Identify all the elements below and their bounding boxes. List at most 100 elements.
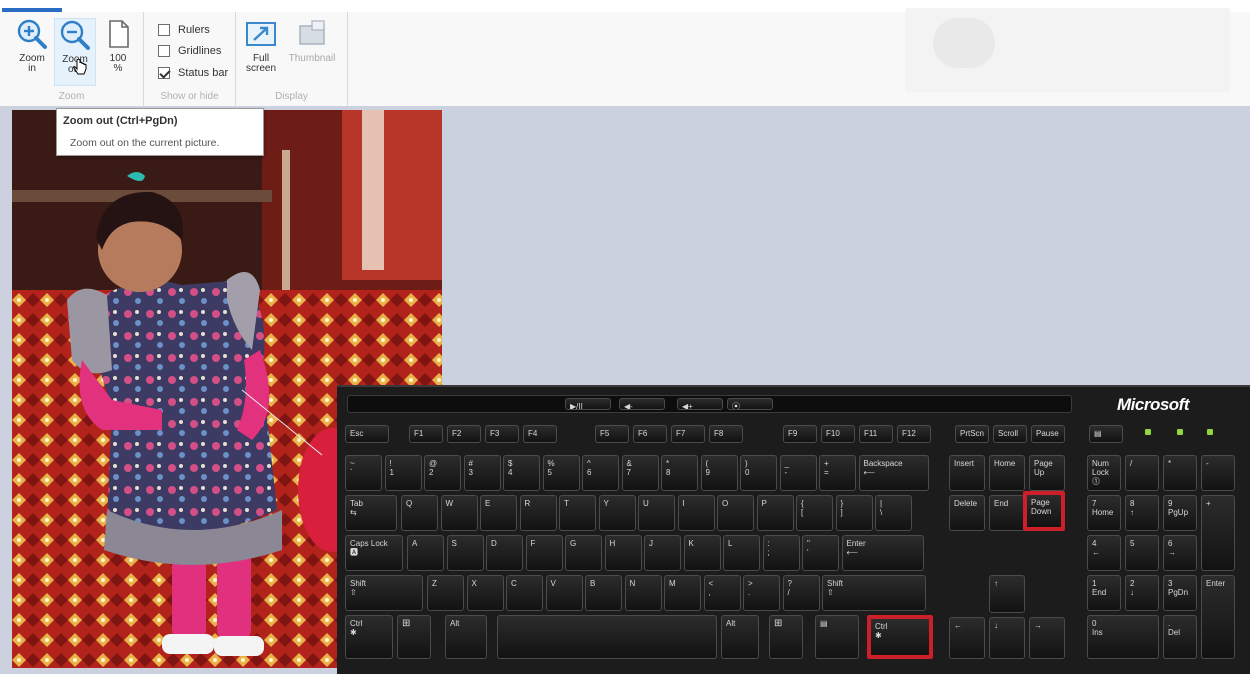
actual-size-label: 100 %	[109, 53, 127, 74]
key-f12: F12	[897, 425, 931, 443]
key-calculator: ▤	[1089, 425, 1123, 443]
key-n: N	[624, 575, 662, 611]
key-<: < ,	[703, 575, 741, 611]
key-b: B	[585, 575, 622, 611]
key-i: I	[677, 495, 715, 531]
key-page-up: Page Up	[1029, 455, 1065, 491]
zoom-group: Zoom in Zoom out 100 % Zoom	[0, 12, 144, 106]
key-g: G	[565, 535, 602, 571]
key-e: E	[480, 495, 517, 531]
numpad-multiply: *	[1163, 455, 1197, 491]
status-bar-checkbox[interactable]	[158, 67, 170, 79]
rulers-checkbox[interactable]	[158, 24, 170, 36]
key-arrow-left: ←	[949, 617, 985, 659]
numpad-num-lock: Num Lock ⓵	[1087, 455, 1121, 491]
key-f: F	[525, 535, 563, 571]
display-group: Full screen Thumbnail Display	[236, 12, 348, 106]
key-end: End	[989, 495, 1025, 531]
numpad-enter: Enter	[1201, 575, 1235, 659]
key-f9: F9	[783, 425, 817, 443]
key-shift-left: Shift ⇧	[345, 575, 423, 611]
numpad-decimal: . Del	[1163, 615, 1197, 659]
status-bar-checkbox-row[interactable]: Status bar	[158, 63, 228, 83]
key-num-row-3: @ 2	[424, 455, 461, 491]
full-screen-icon	[246, 22, 276, 46]
full-screen-label: Full screen	[245, 53, 276, 74]
key-{: { [	[796, 495, 833, 531]
thumbnail-button[interactable]: Thumbnail	[284, 18, 340, 86]
numpad-minus: -	[1201, 455, 1235, 491]
caps-lock-led	[1177, 429, 1183, 435]
numpad-plus: +	[1201, 495, 1235, 571]
ribbon: Zoom in Zoom out 100 % Zoom Rulers	[0, 0, 1250, 106]
key-j: J	[644, 535, 681, 571]
key-page-down: Page Down	[1023, 491, 1065, 531]
key-d: D	[486, 535, 523, 571]
gridlines-checkbox-row[interactable]: Gridlines	[158, 41, 221, 61]
key-windows-right: ⊞	[769, 615, 803, 659]
key-arrow-right: →	[1029, 617, 1065, 659]
key-r: R	[519, 495, 557, 531]
full-screen-button[interactable]: Full screen	[242, 18, 280, 86]
actual-size-button[interactable]: 100 %	[100, 18, 136, 86]
key-num-row-8: & 7	[621, 455, 659, 491]
key-f5: F5	[595, 425, 629, 443]
key-s: S	[446, 535, 484, 571]
zoom-in-button[interactable]: Zoom in	[14, 18, 50, 86]
key-x: X	[466, 575, 504, 611]
key-alt-left: Alt	[445, 615, 487, 659]
hand-cursor-icon	[73, 59, 87, 75]
key-q: Q	[401, 495, 438, 531]
key-f11: F11	[859, 425, 893, 443]
status-bar-label: Status bar	[178, 67, 229, 79]
key-arrow-up: ↑	[989, 575, 1025, 613]
zoom-out-tooltip: Zoom out (Ctrl+PgDn) Zoom out on the cur…	[56, 108, 264, 156]
key-insert: Insert	[949, 455, 985, 491]
gridlines-checkbox[interactable]	[158, 45, 170, 57]
key-f1: F1	[409, 425, 443, 443]
rulers-checkbox-row[interactable]: Rulers	[158, 20, 210, 40]
zoom-out-button[interactable]: Zoom out	[54, 18, 96, 86]
key-esc: Esc	[345, 425, 389, 443]
key-v: V	[545, 575, 583, 611]
media-key-4: ⦿	[727, 398, 773, 410]
key-backspace: Backspace ⟵	[858, 455, 929, 491]
key-num-row-12: _ -	[779, 455, 817, 491]
numpad-8: 8 ↑	[1125, 495, 1159, 531]
key-enter: Enter ⟵	[841, 535, 924, 571]
thumbnail-label: Thumbnail	[288, 53, 336, 64]
key-delete: Delete	[949, 495, 985, 531]
numpad-5: 5	[1125, 535, 1159, 571]
key->: > .	[743, 575, 780, 611]
blurred-region	[905, 8, 1230, 92]
key-h: H	[604, 535, 642, 571]
key-num-row-11: ) 0	[740, 455, 777, 491]
key-l: L	[723, 535, 760, 571]
key-num-row-9: * 8	[661, 455, 698, 491]
key-space	[497, 615, 717, 659]
numpad-4: 4 ←	[1087, 535, 1121, 571]
key-?: ? /	[782, 575, 820, 611]
scroll-lock-led	[1207, 429, 1213, 435]
key-alt-right: Alt	[721, 615, 759, 659]
key-f2: F2	[447, 425, 481, 443]
key-z: Z	[427, 575, 464, 611]
key-p: P	[756, 495, 794, 531]
numpad-2: 2 ↓	[1125, 575, 1159, 611]
blurred-shape	[933, 18, 995, 68]
display-group-label: Display	[275, 91, 308, 102]
key-k: K	[683, 535, 721, 571]
key-o: O	[717, 495, 754, 531]
show-or-hide-group-label: Show or hide	[160, 91, 219, 102]
key-num-row-2: ! 1	[384, 455, 422, 491]
key-m: M	[664, 575, 701, 611]
zoom-out-icon	[60, 20, 90, 50]
media-key-3: ◀+	[677, 398, 723, 410]
numpad-divide: /	[1125, 455, 1159, 491]
numpad-0: 0 Ins	[1087, 615, 1159, 659]
key-f4: F4	[523, 425, 557, 443]
tooltip-description: Zoom out on the current picture.	[70, 137, 220, 149]
key-f10: F10	[821, 425, 855, 443]
key-num-row-4: # 3	[463, 455, 501, 491]
key-": " '	[802, 535, 839, 571]
